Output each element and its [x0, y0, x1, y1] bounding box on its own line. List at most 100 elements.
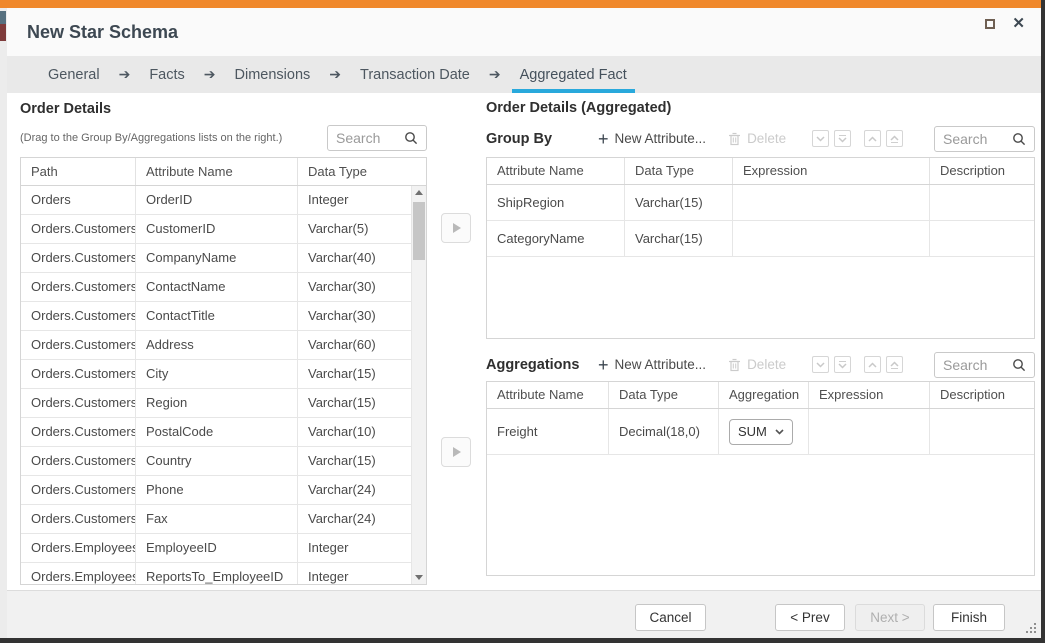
finish-button[interactable]: Finish — [933, 604, 1005, 631]
move-down-button[interactable] — [812, 356, 829, 373]
cell-attribute-name: PostalCode — [136, 418, 298, 446]
move-to-bottom-button[interactable] — [834, 356, 851, 373]
move-to-top-button[interactable] — [886, 130, 903, 147]
table-row[interactable]: Orders.Customers PostalCode Varchar(10) — [21, 418, 426, 447]
table-row[interactable]: Freight Decimal(18,0) SUM — [487, 409, 1034, 455]
step-arrow-icon: ➔ — [204, 56, 216, 93]
table-row[interactable]: Orders.Customers Region Varchar(15) — [21, 389, 426, 418]
table-row[interactable]: Orders.Customers CompanyName Varchar(40) — [21, 244, 426, 273]
trash-icon — [728, 132, 741, 146]
wizard-step-transaction-date[interactable]: Transaction Date — [352, 56, 478, 93]
resize-grip[interactable] — [1026, 623, 1037, 634]
column-header-data-type[interactable]: Data Type — [609, 382, 719, 408]
cell-expression — [733, 221, 930, 256]
column-header-expression[interactable]: Expression — [733, 158, 930, 184]
cell-description — [930, 221, 1035, 256]
column-header-attribute-name[interactable]: Attribute Name — [487, 382, 609, 408]
table-row[interactable]: Orders.Customers Fax Varchar(24) — [21, 505, 426, 534]
scrollbar-thumb[interactable] — [413, 202, 425, 260]
table-row[interactable]: ShipRegion Varchar(15) — [487, 185, 1034, 221]
table-row[interactable]: Orders.Employees EmployeeID Integer — [21, 534, 426, 563]
target-panel-title: Order Details (Aggregated) — [486, 100, 671, 116]
table-row[interactable]: Orders OrderID Integer — [21, 186, 426, 215]
table-row[interactable]: Orders.Customers CustomerID Varchar(5) — [21, 215, 426, 244]
next-button[interactable]: Next > — [855, 604, 925, 631]
group-by-search-input[interactable] — [943, 131, 1012, 147]
move-to-bottom-button[interactable] — [834, 130, 851, 147]
table-row[interactable]: Orders.Customers ContactTitle Varchar(30… — [21, 302, 426, 331]
move-to-aggregations-button[interactable] — [441, 437, 471, 467]
cell-data-type: Varchar(60) — [298, 331, 412, 359]
cell-path: Orders.Employees — [21, 563, 136, 585]
table-row[interactable]: Orders.Customers Address Varchar(60) — [21, 331, 426, 360]
new-star-schema-dialog: New Star Schema ✕ General ➔ Facts ➔ Dime… — [7, 8, 1041, 638]
column-header-attribute-name[interactable]: Attribute Name — [136, 158, 298, 185]
group-by-title: Group By — [486, 131, 598, 147]
search-icon — [404, 131, 418, 145]
cancel-button[interactable]: Cancel — [635, 604, 706, 631]
group-by-delete-button[interactable]: Delete — [728, 131, 786, 146]
cell-path: Orders.Customers — [21, 418, 136, 446]
column-header-aggregation[interactable]: Aggregation — [719, 382, 809, 408]
aggregation-select[interactable]: SUM — [729, 419, 793, 445]
group-by-move-down-controls — [812, 130, 851, 147]
maximize-icon[interactable] — [985, 19, 995, 29]
source-search-input[interactable] — [336, 130, 404, 146]
dialog-title: New Star Schema — [27, 8, 178, 56]
wizard-step-general[interactable]: General — [40, 56, 108, 93]
table-row[interactable]: Orders.Employees ReportsTo_EmployeeID In… — [21, 563, 426, 585]
prev-button[interactable]: < Prev — [775, 604, 845, 631]
chevron-up-icon — [890, 135, 899, 141]
aggregations-move-up-controls — [864, 356, 903, 373]
move-down-button[interactable] — [812, 130, 829, 147]
aggregations-move-down-controls — [812, 356, 851, 373]
cell-data-type: Integer — [298, 563, 412, 585]
column-header-description[interactable]: Description — [930, 158, 1035, 184]
move-to-top-button[interactable] — [886, 356, 903, 373]
cell-path: Orders.Customers — [21, 447, 136, 475]
group-by-new-attribute-button[interactable]: + New Attribute... — [598, 131, 706, 146]
move-up-button[interactable] — [864, 130, 881, 147]
cell-data-type: Varchar(10) — [298, 418, 412, 446]
aggregations-search-input[interactable] — [943, 357, 1012, 373]
cell-path: Orders — [21, 186, 136, 214]
scroll-down-icon[interactable] — [415, 575, 423, 580]
column-header-data-type[interactable]: Data Type — [625, 158, 733, 184]
cell-attribute-name: EmployeeID — [136, 534, 298, 562]
cell-data-type: Integer — [298, 186, 412, 214]
wizard-step-dimensions[interactable]: Dimensions — [227, 56, 319, 93]
move-to-group-by-button[interactable] — [441, 213, 471, 243]
table-row[interactable]: Orders.Customers Country Varchar(15) — [21, 447, 426, 476]
cell-data-type: Varchar(15) — [298, 447, 412, 475]
wizard-step-aggregated-fact[interactable]: Aggregated Fact — [512, 56, 635, 93]
close-icon[interactable]: ✕ — [1012, 17, 1025, 31]
window-controls: ✕ — [985, 17, 1025, 31]
wizard-step-facts[interactable]: Facts — [141, 56, 192, 93]
dialog-accent-bar — [0, 0, 1041, 8]
cell-data-type: Varchar(15) — [298, 389, 412, 417]
cell-attribute-name: Phone — [136, 476, 298, 504]
column-header-description[interactable]: Description — [930, 382, 1035, 408]
aggregations-delete-button[interactable]: Delete — [728, 357, 786, 372]
vertical-scrollbar[interactable] — [411, 186, 426, 584]
aggregations-new-attribute-button[interactable]: + New Attribute... — [598, 357, 706, 372]
move-up-button[interactable] — [864, 356, 881, 373]
cell-attribute-name: CategoryName — [487, 221, 625, 256]
table-row[interactable]: Orders.Customers City Varchar(15) — [21, 360, 426, 389]
column-header-data-type[interactable]: Data Type — [298, 158, 412, 185]
group-by-toolbar: Group By + New Attribute... Delete — [486, 125, 1035, 152]
cell-attribute-name: ReportsTo_EmployeeID — [136, 563, 298, 585]
cell-data-type: Varchar(24) — [298, 505, 412, 533]
chevron-down-icon — [816, 136, 825, 142]
scroll-up-icon[interactable] — [415, 190, 423, 195]
step-arrow-icon: ➔ — [489, 56, 501, 93]
column-header-attribute-name[interactable]: Attribute Name — [487, 158, 625, 184]
column-header-path[interactable]: Path — [21, 158, 136, 185]
column-header-expression[interactable]: Expression — [809, 382, 930, 408]
table-row[interactable]: CategoryName Varchar(15) — [487, 221, 1034, 257]
aggregations-table-body: Freight Decimal(18,0) SUM — [487, 409, 1034, 455]
table-row[interactable]: Orders.Customers ContactName Varchar(30) — [21, 273, 426, 302]
table-row[interactable]: Orders.Customers Phone Varchar(24) — [21, 476, 426, 505]
cell-path: Orders.Customers — [21, 273, 136, 301]
chevron-down-icon — [838, 363, 847, 369]
